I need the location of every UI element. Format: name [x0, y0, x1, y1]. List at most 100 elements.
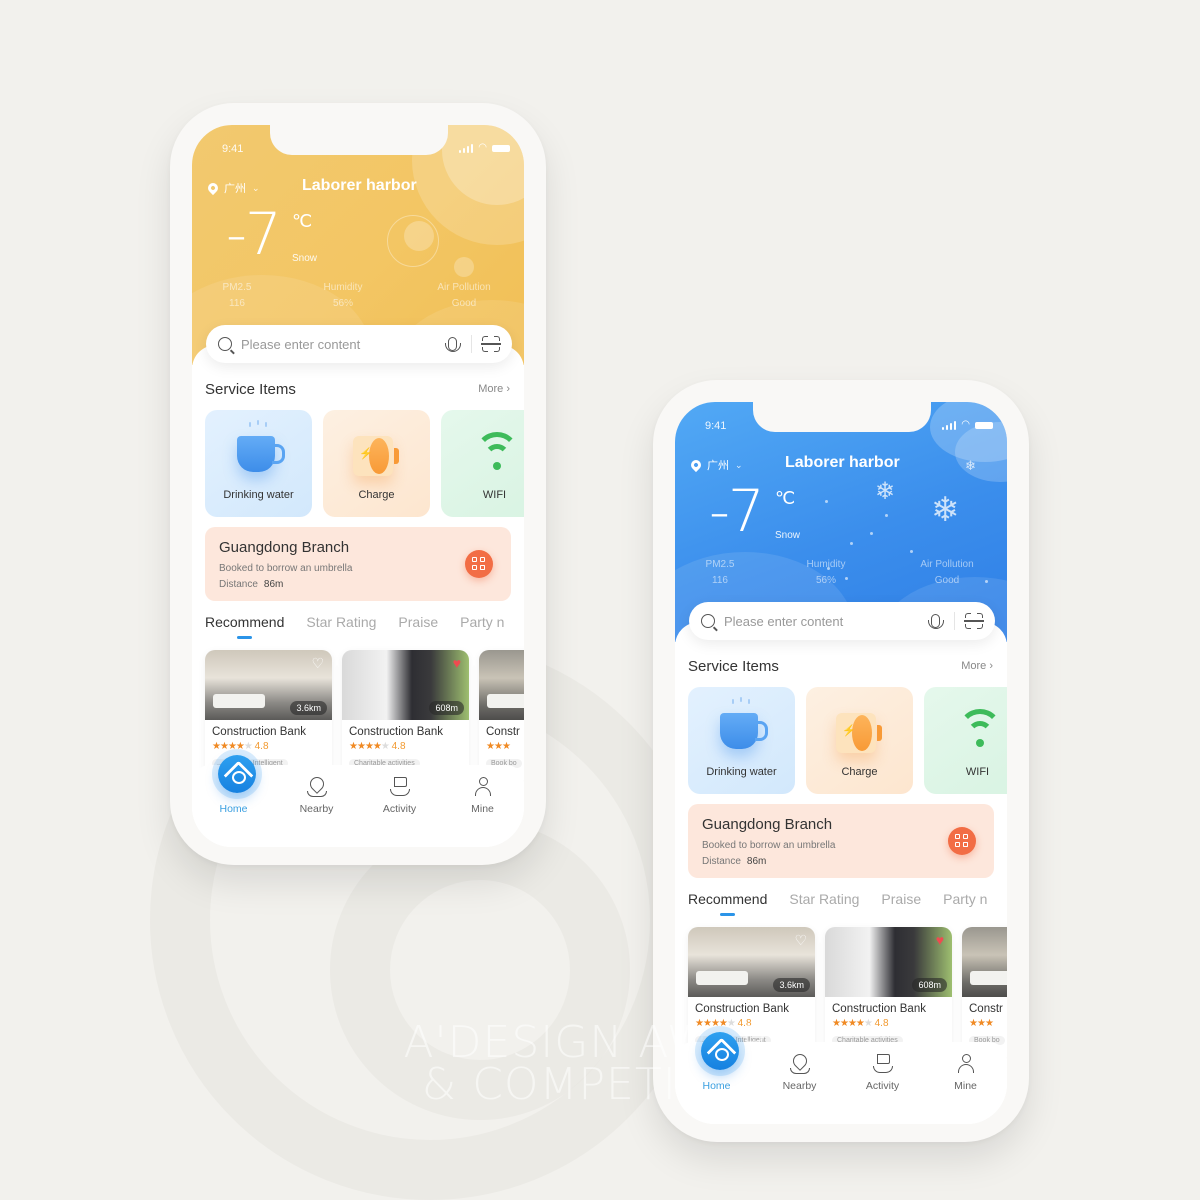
tab-nearby[interactable]: Nearby — [275, 774, 358, 847]
distance-label: Distance — [702, 856, 741, 867]
rating-value: 4.8 — [391, 741, 406, 752]
tab-home[interactable]: Home — [675, 1032, 758, 1124]
tab-home[interactable]: Home — [192, 755, 275, 847]
section-title: Service Items — [205, 381, 296, 398]
branch-card[interactable]: Guangdong Branch Booked to borrow an umb… — [688, 804, 994, 878]
tab-recommend[interactable]: Recommend — [688, 891, 767, 916]
location-pin-icon — [205, 180, 221, 196]
weather-condition: Snow — [775, 530, 801, 541]
divider — [954, 612, 955, 630]
temperature-unit: ℃ — [775, 488, 796, 508]
status-time: 9:41 — [222, 143, 244, 155]
flag-icon — [876, 1054, 890, 1064]
service-items: Drinking water ⚡ Charge WIFI — [205, 410, 524, 517]
qr-code-button[interactable] — [948, 827, 976, 855]
stat-air-pollution: Air Pollution Good — [404, 280, 524, 312]
heart-icon[interactable]: ♡ — [794, 933, 807, 947]
service-label: Drinking water — [706, 766, 777, 778]
city-name: 广州 — [707, 460, 729, 472]
scan-icon[interactable] — [964, 613, 984, 629]
star-icon: ★ — [227, 741, 237, 752]
battery-status-icon — [975, 421, 993, 429]
star-icon: ★ — [349, 741, 358, 752]
card-image — [962, 927, 1007, 997]
city-selector[interactable]: 广州 ⌄ — [205, 180, 260, 196]
tab-activity[interactable]: Activity — [358, 777, 441, 847]
card-rating: ★★★★★ 4.8 — [205, 738, 332, 752]
tab-party[interactable]: Party n — [460, 614, 504, 630]
service-item-charge[interactable]: ⚡ Charge — [323, 410, 430, 517]
distance-badge: 3.6km — [773, 978, 810, 992]
more-link[interactable]: More › — [478, 383, 510, 395]
home-icon — [218, 755, 256, 793]
card-rating: ★★★ — [479, 738, 524, 752]
heart-icon[interactable]: ♥ — [936, 933, 944, 947]
home-icon — [701, 1032, 739, 1070]
service-item-drinking-water[interactable]: Drinking water — [205, 410, 312, 517]
microphone-icon[interactable] — [928, 614, 944, 629]
qr-code-button[interactable] — [465, 550, 493, 578]
divider — [471, 335, 472, 353]
temperature-value: -7 — [226, 200, 282, 268]
tab-mine[interactable]: Mine — [924, 1054, 1007, 1124]
chevron-right-icon: › — [989, 660, 993, 672]
star-icon: ★ — [356, 741, 366, 752]
tab-label: Mine — [954, 1080, 977, 1092]
card-image: ♡ 3.6km — [205, 650, 332, 720]
service-item-drinking-water[interactable]: Drinking water — [688, 687, 795, 794]
tab-star-rating[interactable]: Star Rating — [789, 891, 859, 907]
card-image: ♥ 608m — [825, 927, 952, 997]
heart-icon[interactable]: ♡ — [311, 656, 324, 670]
microphone-icon[interactable] — [445, 337, 461, 352]
tab-star-rating[interactable]: Star Rating — [306, 614, 376, 630]
star-icon: ★ — [863, 1018, 873, 1029]
card-title: Constr — [486, 726, 520, 738]
location-pin-icon — [688, 457, 704, 473]
scan-icon[interactable] — [481, 336, 501, 352]
card-title: Constr — [969, 1003, 1003, 1015]
star-icon: ★ — [969, 1018, 978, 1029]
card-title: Construction Bank — [695, 1003, 789, 1015]
service-label: Drinking water — [223, 489, 294, 501]
search-input[interactable] — [724, 613, 931, 629]
city-selector[interactable]: 广州 ⌄ — [688, 457, 743, 473]
tab-recommend[interactable]: Recommend — [205, 614, 284, 639]
stat-value: 56% — [815, 575, 836, 586]
temperature-value: -7 — [709, 477, 765, 545]
chevron-down-icon: ⌄ — [735, 459, 743, 470]
lightning-icon: ⚡ — [359, 448, 373, 460]
stat-label: Humidity — [806, 559, 846, 570]
search-icon — [218, 337, 232, 351]
tab-mine[interactable]: Mine — [441, 777, 524, 847]
stat-pm25: PM2.5 116 — [675, 557, 765, 589]
app-screen: ❄ ❄ ❄ 9:41 ◠ 广州 ⌄ Laborer harbor -7 ℃ Snow — [675, 402, 1007, 1124]
card-title: Construction Bank — [349, 726, 443, 738]
tab-praise[interactable]: Praise — [881, 891, 921, 907]
search-input[interactable] — [241, 336, 448, 352]
star-icon: ★ — [364, 741, 374, 752]
recommend-cards: ♡3.6kmConstruction Bank★★★★★ 4.8...vingI… — [205, 650, 524, 780]
service-item-charge[interactable]: ⚡ Charge — [806, 687, 913, 794]
tab-activity[interactable]: Activity — [841, 1054, 924, 1124]
recommend-card[interactable]: Constr ★★★ Book bo — [962, 927, 1007, 1057]
stat-value: 56% — [332, 298, 353, 309]
tab-party[interactable]: Party n — [943, 891, 987, 907]
star-icon: ★ — [235, 741, 245, 752]
tab-praise[interactable]: Praise — [398, 614, 438, 630]
user-icon — [478, 777, 488, 786]
card-rating: ★★★★★ 4.8 — [342, 738, 469, 752]
distance-badge: 608m — [912, 978, 947, 992]
service-item-wifi[interactable]: WIFI — [441, 410, 524, 517]
recommend-card[interactable]: Constr ★★★ Book bo — [479, 650, 524, 780]
stat-value: Good — [451, 298, 477, 309]
tab-label: Mine — [471, 803, 494, 815]
distance-badge: 3.6km — [290, 701, 327, 715]
more-link[interactable]: More › — [961, 660, 993, 672]
star-icon: ★ — [243, 741, 253, 752]
branch-title: Guangdong Branch — [702, 816, 833, 833]
recommend-card[interactable]: ♥ 608m Construction Bank ★★★★★ 4.8 Charitabl… — [342, 650, 469, 780]
branch-card[interactable]: Guangdong Branch Booked to borrow an umb… — [205, 527, 511, 601]
tab-nearby[interactable]: Nearby — [758, 1051, 841, 1124]
service-item-wifi[interactable]: WIFI — [924, 687, 1007, 794]
heart-icon[interactable]: ♥ — [453, 656, 461, 670]
